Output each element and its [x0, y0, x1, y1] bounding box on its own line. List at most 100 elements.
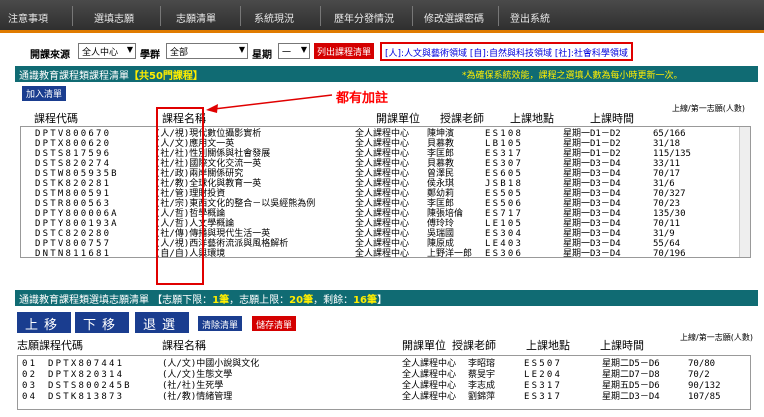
course-time: 星期一D3－D4: [563, 249, 621, 258]
wish-location: ES507: [524, 359, 563, 369]
wish-time: 星期二D5－D6: [602, 359, 660, 369]
nav-divider: [412, 6, 413, 26]
chevron-down-icon: ▼: [300, 45, 307, 54]
col-header-time: 上課時間: [590, 112, 634, 125]
course-list[interactable]: DPTV800670 (人/視)現代數位攝影實析 全人課程中心 陳坤濱 ES108 星期一…: [20, 126, 751, 258]
clear-list-button[interactable]: 清除清單: [198, 316, 243, 331]
filter-bar: 開課來源 全人中心 ▼ 學群 全部 ▼ 星期 一 ▼ 列出課程清單 [人]:人文…: [30, 42, 764, 62]
nav-divider: [72, 6, 73, 26]
wish-upper-label: ，志願上限：: [229, 295, 290, 306]
wish-list-header: 通識教育課程類選填志願清單 【志願下限：1筆，志願上限：20筆，剩餘：16筆】: [15, 290, 758, 306]
add-to-list-button[interactable]: 加入清單: [22, 86, 67, 101]
wish-number: 02: [22, 370, 38, 380]
col-header-count: 上線/第一志願(人數): [672, 104, 745, 113]
wish-unit: 全人課程中心: [402, 392, 457, 402]
wish-teacher: 李志成: [468, 381, 496, 391]
move-up-button[interactable]: 上移: [17, 312, 72, 333]
wish-location: ES317: [524, 392, 563, 402]
wish-code: DSTS800245B: [48, 381, 132, 391]
wish-count: 70/80: [688, 359, 716, 369]
course-list-count: 【共50門課程】: [129, 71, 203, 82]
wish-lower-label: 【志願下限：: [152, 295, 213, 306]
withdraw-button[interactable]: 退選: [135, 312, 190, 333]
top-nav-bar: 注意事項 選填志願 志願清單 系統現況 歷年分發情況 修改選課密碼 登出系統: [0, 0, 764, 33]
wish-teacher: 李昭瑢: [468, 359, 496, 369]
wish-row[interactable]: 04 DSTK813873 (社/教)情緒管理 全人課程中心 劉錦萍 ES317 星期二D3…: [18, 392, 737, 403]
wish-code: DPTX820314: [48, 370, 125, 380]
wish-row[interactable]: 02 DPTX820314 (人/文)生態文學 全人課程中心 蔡旻宇 LE204 星期二D7…: [18, 370, 737, 381]
nav-select-wishes[interactable]: 選填志願: [94, 10, 134, 25]
course-count: 70/196: [653, 249, 686, 258]
wish-teacher: 劉錦萍: [468, 392, 496, 402]
week-select-value: 一: [282, 48, 292, 58]
source-select-value: 全人中心: [82, 48, 119, 58]
wish-number: 04: [22, 392, 38, 402]
week-label: 星期: [252, 50, 272, 61]
nav-notice[interactable]: 注意事項: [8, 10, 48, 25]
col2-header-name: 課程名稱: [162, 339, 206, 352]
wish-row[interactable]: 03 DSTS800245B (社/社)生死學 全人課程中心 李志成 ES317 星期五D5…: [18, 381, 737, 392]
wish-teacher: 蔡旻宇: [468, 370, 496, 380]
move-down-button[interactable]: 下移: [75, 312, 130, 333]
wish-name: (人/文)生態文學: [162, 370, 233, 380]
col2-header-time: 上課時間: [600, 339, 644, 352]
col-header-unit: 開課單位: [376, 112, 420, 125]
week-select[interactable]: 一 ▼: [278, 43, 310, 59]
table-row[interactable]: DNTN811681 (自/自)人與環境 全人課程中心 上野洋一郎 ES306 星期一D3…: [21, 249, 740, 258]
wish-row[interactable]: 01 DPTX807441 (人/文)中國小說與文化 全人課程中心 李昭瑢 ES507 星期…: [18, 359, 737, 370]
nav-divider: [320, 6, 321, 26]
group-select[interactable]: 全部 ▼: [166, 43, 248, 59]
nav-system-status[interactable]: 系統現況: [254, 10, 294, 25]
wish-title-end: 】: [377, 295, 387, 306]
source-select[interactable]: 全人中心 ▼: [78, 43, 136, 59]
col2-header-count: 上線/第一志願(人數): [680, 333, 753, 342]
scrollbar[interactable]: [739, 127, 750, 257]
wish-count: 70/2: [688, 370, 710, 380]
wish-code: DPTX807441: [48, 359, 125, 369]
nav-divider: [160, 6, 161, 26]
wish-unit: 全人課程中心: [402, 381, 457, 391]
wish-list[interactable]: 01 DPTX807441 (人/文)中國小說與文化 全人課程中心 李昭瑢 ES507 星期…: [17, 355, 751, 410]
col-header-teacher: 授課老師: [440, 112, 484, 125]
wish-remain-label: ，剩餘：: [313, 295, 354, 306]
source-label: 開課來源: [30, 50, 70, 61]
wish-upper-value: 20筆: [289, 295, 314, 306]
course-location: ES306: [485, 249, 524, 258]
highlight-box: [156, 107, 204, 285]
annotation-arrow-icon: [206, 94, 333, 113]
wish-time: 星期二D3－D4: [602, 392, 660, 402]
wish-count: 107/85: [688, 392, 721, 402]
nav-logout[interactable]: 登出系統: [510, 10, 550, 25]
col-header-code: 課程代碼: [34, 112, 78, 125]
course-list-title: 通識教育課程類課程清單: [19, 71, 129, 82]
wish-code: DSTK813873: [48, 392, 125, 402]
wish-number: 01: [22, 359, 38, 369]
chevron-down-icon: ▼: [238, 45, 245, 54]
wish-number: 03: [22, 381, 38, 391]
wish-time: 星期二D7－D8: [602, 370, 660, 380]
group-select-value: 全部: [170, 48, 189, 58]
course-teacher: 上野洋一郎: [427, 249, 473, 258]
wish-remain-value: 16筆: [353, 295, 377, 306]
wish-unit: 全人課程中心: [402, 359, 457, 369]
nav-divider: [498, 6, 499, 26]
col2-header-location: 上課地點: [526, 339, 570, 352]
group-label: 學群: [140, 50, 160, 61]
chevron-down-icon: ▼: [126, 45, 133, 54]
nav-wish-list[interactable]: 志願清單: [176, 10, 216, 25]
save-list-button[interactable]: 儲存清單: [252, 316, 297, 331]
wish-list-title: 通識教育課程類選填志願清單: [19, 295, 149, 306]
wish-lower-value: 1筆: [212, 295, 230, 306]
wish-location: LE204: [524, 370, 563, 380]
nav-divider: [240, 6, 241, 26]
wish-name: (人/文)中國小說與文化: [162, 359, 260, 369]
nav-history[interactable]: 歷年分發情況: [334, 10, 394, 25]
course-unit: 全人課程中心: [355, 249, 410, 258]
course-code: DNTN811681: [35, 249, 112, 258]
wish-name: (社/教)情緒管理: [162, 392, 233, 402]
col2-header-unit: 開課單位: [402, 339, 446, 352]
nav-change-password[interactable]: 修改選課密碼: [424, 10, 484, 25]
list-courses-button[interactable]: 列出課程清單: [314, 43, 375, 59]
wish-unit: 全人課程中心: [402, 370, 457, 380]
update-note: *為確保系統效能，課程之選填人數為每小時更新一次。: [462, 71, 683, 81]
